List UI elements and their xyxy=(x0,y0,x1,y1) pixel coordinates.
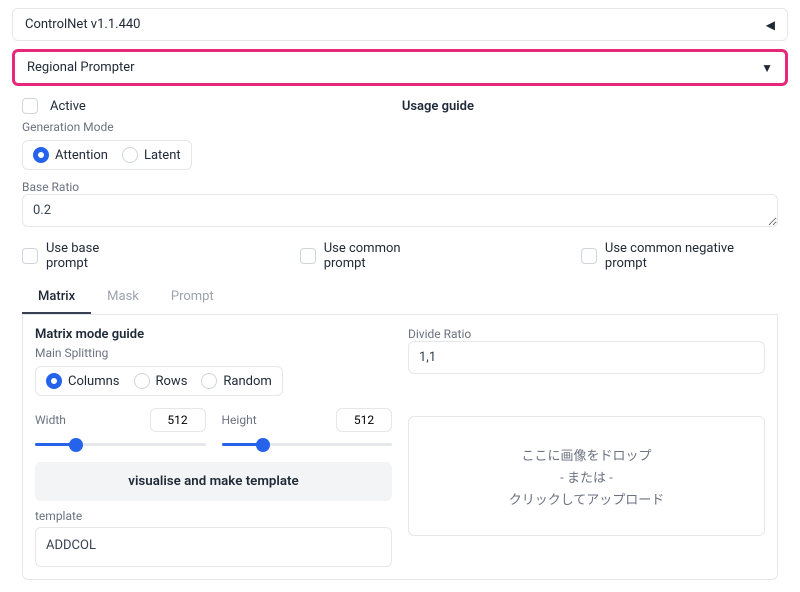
tab-mask[interactable]: Mask xyxy=(91,281,155,314)
use-common-checkbox[interactable] xyxy=(300,248,316,264)
divide-ratio-input[interactable] xyxy=(408,341,765,374)
chevron-left-icon: ◀ xyxy=(766,18,775,32)
matrix-subpanel: Matrix mode guide Main Splitting Columns… xyxy=(22,315,778,580)
radio-random[interactable]: Random xyxy=(201,373,271,389)
height-label: Height xyxy=(222,413,257,427)
radio-icon xyxy=(122,147,138,163)
base-ratio-label: Base Ratio xyxy=(22,180,778,194)
dropzone-line1: ここに画像をドロップ xyxy=(521,445,651,464)
accordion-regional-prompter[interactable]: Regional Prompter ▼ xyxy=(12,49,788,86)
radio-columns[interactable]: Columns xyxy=(46,373,120,389)
dropzone-line2: - または - xyxy=(560,467,613,486)
radio-rows-label: Rows xyxy=(156,374,188,389)
tab-prompt[interactable]: Prompt xyxy=(155,281,230,314)
accordion-regional-title: Regional Prompter xyxy=(27,60,135,75)
radio-latent[interactable]: Latent xyxy=(122,147,181,163)
radio-random-label: Random xyxy=(223,374,271,389)
use-base-label: Use base prompt xyxy=(46,241,144,271)
dropzone-line3: クリックしてアップロード xyxy=(509,489,665,508)
template-label: template xyxy=(35,509,392,523)
height-number-input[interactable] xyxy=(336,408,392,432)
width-label: Width xyxy=(35,413,66,427)
width-slider[interactable] xyxy=(35,436,206,452)
use-common-label: Use common prompt xyxy=(324,241,445,271)
radio-latent-label: Latent xyxy=(144,148,181,163)
slider-fill xyxy=(35,443,73,446)
matrix-guide-title: Matrix mode guide xyxy=(35,327,392,342)
usage-guide-link[interactable]: Usage guide xyxy=(98,99,778,114)
radio-icon xyxy=(201,373,217,389)
use-base-checkbox[interactable] xyxy=(22,248,38,264)
slider-fill xyxy=(222,443,260,446)
base-ratio-input[interactable] xyxy=(22,194,778,227)
slider-thumb-icon xyxy=(256,438,270,452)
visualise-button[interactable]: visualise and make template xyxy=(35,462,392,501)
image-dropzone[interactable]: ここに画像をドロップ - または - クリックしてアップロード xyxy=(408,416,765,536)
height-slider[interactable] xyxy=(222,436,393,452)
accordion-controlnet-title: ControlNet v1.1.440 xyxy=(25,17,141,32)
tab-matrix[interactable]: Matrix xyxy=(22,281,91,314)
radio-attention[interactable]: Attention xyxy=(33,147,108,163)
use-common-neg-label: Use common negative prompt xyxy=(605,241,778,271)
width-number-input[interactable] xyxy=(150,408,206,432)
radio-icon xyxy=(33,147,49,163)
generation-mode-label: Generation Mode xyxy=(22,120,778,134)
radio-rows[interactable]: Rows xyxy=(134,373,188,389)
generation-mode-group: Attention Latent xyxy=(22,140,192,170)
accordion-controlnet[interactable]: ControlNet v1.1.440 ◀ xyxy=(12,8,788,41)
radio-icon xyxy=(46,373,62,389)
regional-panel: Active Usage guide Generation Mode Atten… xyxy=(12,94,788,584)
main-splitting-label: Main Splitting xyxy=(35,346,392,360)
use-common-neg-checkbox[interactable] xyxy=(581,248,597,264)
active-checkbox[interactable] xyxy=(22,98,38,114)
main-splitting-group: Columns Rows Random xyxy=(35,366,283,396)
active-label: Active xyxy=(50,99,86,114)
radio-attention-label: Attention xyxy=(55,148,108,163)
template-input[interactable]: ADDCOL xyxy=(35,527,392,567)
mode-tabs: Matrix Mask Prompt xyxy=(22,281,778,315)
chevron-down-icon: ▼ xyxy=(761,61,773,75)
radio-icon xyxy=(134,373,150,389)
divide-ratio-label: Divide Ratio xyxy=(408,327,765,341)
radio-columns-label: Columns xyxy=(68,374,120,389)
slider-thumb-icon xyxy=(69,438,83,452)
